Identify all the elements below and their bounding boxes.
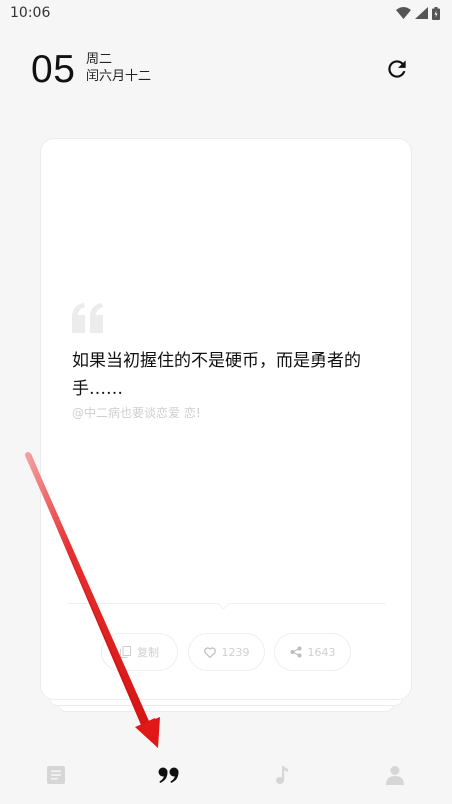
nav-quotes[interactable] [156, 762, 182, 788]
status-icons [396, 6, 440, 20]
date-header: 05 周二 闰六月十二 [0, 44, 452, 94]
nav-articles[interactable] [43, 762, 69, 788]
status-time: 10:06 [10, 5, 51, 21]
person-icon [386, 766, 404, 785]
day-number: 05 [31, 48, 76, 91]
weekday-label: 周二 [86, 52, 113, 67]
share-count: 1643 [307, 645, 336, 659]
like-button[interactable]: 1239 [188, 633, 265, 671]
quote-author: @中二病也要谈恋爱 恋! [72, 406, 201, 420]
copy-button[interactable]: 复制 [101, 633, 178, 671]
quote-icon [158, 767, 179, 783]
signal-icon [415, 7, 428, 19]
nav-profile[interactable] [382, 762, 408, 788]
battery-icon [432, 6, 440, 20]
refresh-button[interactable] [384, 56, 410, 82]
share-button[interactable]: 1643 [274, 633, 351, 671]
heart-icon [203, 646, 216, 658]
copy-icon [120, 646, 131, 658]
article-icon [47, 766, 65, 784]
refresh-icon [388, 60, 406, 78]
copy-button-label: 复制 [137, 646, 159, 659]
nav-music[interactable] [269, 762, 295, 788]
music-note-icon [276, 766, 288, 784]
quote-text: 如果当初握住的不是硬币，而是勇者的手…… [72, 351, 361, 399]
quote-icon [72, 303, 103, 333]
status-bar: 10:06 [0, 0, 452, 26]
divider-notch [217, 597, 230, 610]
wifi-icon [396, 7, 411, 19]
share-icon [290, 646, 301, 658]
lunar-date-label: 闰六月十二 [86, 69, 152, 84]
quote-card: 如果当初握住的不是硬币，而是勇者的手…… @中二病也要谈恋爱 恋! 复制 123… [40, 138, 412, 700]
bottom-navigation [0, 748, 452, 804]
like-count: 1239 [221, 645, 250, 659]
